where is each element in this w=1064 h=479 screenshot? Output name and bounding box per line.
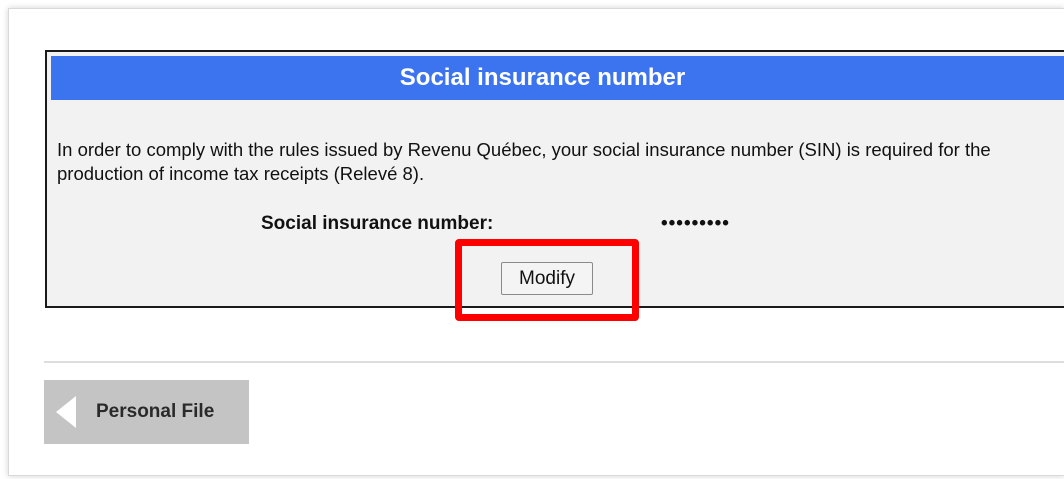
sin-description: In order to comply with the rules issued…	[57, 139, 991, 184]
panel-title: Social insurance number	[51, 56, 1064, 100]
back-button-label: Personal File	[96, 401, 215, 422]
modify-button[interactable]: Modify	[501, 262, 593, 295]
personal-file-back-button[interactable]: Personal File	[44, 380, 249, 444]
sin-panel: Social insurance number In order to comp…	[45, 50, 1064, 308]
chevron-left-icon	[56, 396, 76, 428]
divider	[44, 361, 1064, 363]
sin-masked-value: •••••••••	[661, 213, 730, 234]
sin-label: Social insurance number:	[261, 213, 494, 234]
